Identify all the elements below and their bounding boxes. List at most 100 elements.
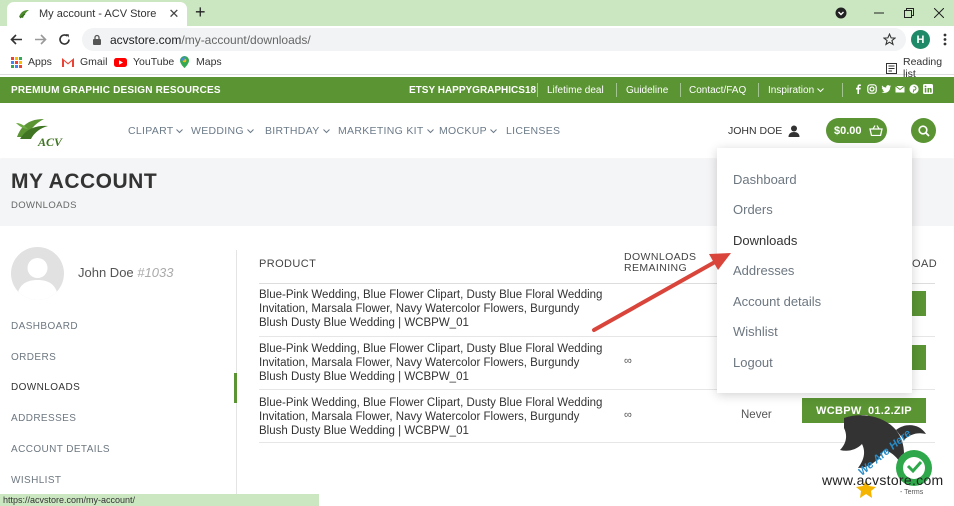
reload-icon[interactable] [56, 31, 73, 48]
chevron-down-icon [426, 128, 434, 134]
chevron-down-icon [176, 128, 184, 134]
sidebar-item-orders[interactable]: ORDERS [11, 352, 56, 363]
bookmark-youtube-label: YouTube [133, 56, 175, 68]
header-line: REMAINING [624, 262, 688, 274]
horse-watermark-graphic: We Are Here [840, 415, 932, 498]
close-window-icon[interactable] [930, 4, 948, 22]
top-separator [842, 83, 843, 97]
user-name: JOHN DOE [728, 125, 783, 137]
sidebar-item-wishlist[interactable]: WISHLIST [11, 475, 61, 486]
breadcrumb: DOWNLOADS [11, 200, 77, 211]
sidebar-item-dashboard[interactable]: DASHBOARD [11, 321, 78, 332]
bookmark-maps-label: Maps [196, 56, 222, 68]
dropdown-item-downloads[interactable]: Downloads [733, 233, 797, 248]
site-top-bar: PREMIUM GRAPHIC DESIGN RESOURCES ETSY HA… [0, 77, 954, 103]
top-separator [616, 83, 617, 97]
twitter-icon[interactable] [881, 84, 891, 94]
browser-tab[interactable]: My account - ACV Store ✕ [7, 2, 187, 26]
linkedin-icon[interactable] [923, 84, 933, 94]
address-bar[interactable]: acvstore.com/my-account/downloads/ [82, 28, 906, 51]
email-icon[interactable] [895, 84, 905, 94]
browser-menu-icon[interactable] [936, 31, 953, 48]
menu-licenses[interactable]: LICENSES [506, 125, 560, 137]
page-title: MY ACCOUNT [11, 170, 158, 193]
table-row-product-link[interactable]: Blue-Pink Wedding, Blue Flower Clipart, … [259, 342, 604, 384]
chevron-down-icon [490, 128, 497, 134]
user-account-menu[interactable]: JOHN DOE [728, 125, 800, 137]
menu-wedding[interactable]: WEDDING [191, 125, 254, 137]
status-bar-url: https://acvstore.com/my-account/ [0, 494, 319, 506]
inspiration-label: Inspiration [768, 85, 815, 96]
instagram-icon[interactable] [867, 84, 877, 94]
search-button[interactable] [911, 118, 936, 143]
acv-favicon-icon [17, 7, 31, 21]
menu-label: BIRTHDAY [265, 125, 320, 137]
recaptcha-terms[interactable]: - Terms [900, 489, 923, 496]
chevron-down-icon [247, 128, 254, 134]
sidebar-item-downloads[interactable]: DOWNLOADS [11, 382, 80, 393]
bookmark-maps[interactable]: Maps [179, 56, 222, 68]
top-separator [758, 83, 759, 97]
basket-icon [868, 125, 883, 136]
lock-icon[interactable] [92, 34, 102, 45]
etsy-coupon-link[interactable]: ETSY HAPPYGRAPHICS18 [409, 85, 536, 96]
acv-logo[interactable]: ACV [14, 115, 64, 149]
chevron-down-icon [817, 88, 824, 93]
dropdown-item-account-details[interactable]: Account details [733, 294, 821, 309]
dropdown-item-dashboard[interactable]: Dashboard [733, 172, 797, 187]
bookmark-apps[interactable]: Apps [11, 56, 52, 68]
chevron-down-icon [322, 128, 330, 134]
bookmarks-bar: Apps Gmail YouTube Maps Reading list [0, 53, 954, 80]
pinterest-icon[interactable] [909, 84, 919, 94]
dropdown-item-orders[interactable]: Orders [733, 202, 773, 217]
sidebar-item-account-details[interactable]: ACCOUNT DETAILS [11, 444, 110, 455]
guideline-link[interactable]: Guideline [626, 85, 668, 96]
menu-mockup[interactable]: MOCKUP [439, 125, 497, 137]
sidebar-item-addresses[interactable]: ADDRESSES [11, 413, 76, 424]
user-icon [788, 125, 800, 137]
tab-search-icon[interactable] [832, 4, 850, 22]
table-row-product-link[interactable]: Blue-Pink Wedding, Blue Flower Clipart, … [259, 288, 604, 330]
dropdown-item-logout[interactable]: Logout [733, 355, 773, 370]
top-separator [537, 83, 538, 97]
facebook-icon[interactable] [853, 84, 863, 94]
user-display-name: John Doe #1033 [78, 265, 173, 280]
dropdown-item-addresses[interactable]: Addresses [733, 263, 794, 278]
bookmark-youtube[interactable]: YouTube [114, 56, 174, 68]
dropdown-item-wishlist[interactable]: Wishlist [733, 324, 778, 339]
restore-icon[interactable] [900, 4, 918, 22]
user-name-text: John Doe [78, 265, 134, 280]
cart-button[interactable]: $0.00 [826, 118, 887, 143]
forward-arrow-icon[interactable] [32, 31, 49, 48]
minimize-icon[interactable] [870, 4, 888, 22]
profile-avatar[interactable]: H [911, 30, 930, 49]
url-text: acvstore.com/my-account/downloads/ [110, 33, 883, 47]
tab-title: My account - ACV Store [39, 8, 157, 20]
url-path: /my-account/downloads/ [181, 32, 311, 47]
bookmark-star-icon[interactable] [883, 33, 896, 46]
user-id: #1033 [137, 265, 174, 280]
youtube-icon [114, 57, 127, 67]
tab-close-icon[interactable]: ✕ [167, 6, 181, 22]
column-header-product: PRODUCT [259, 258, 317, 270]
contact-faq-link[interactable]: Contact/FAQ [689, 85, 746, 96]
cart-total: $0.00 [834, 124, 862, 137]
new-tab-icon[interactable]: + [195, 3, 206, 21]
menu-birthday[interactable]: BIRTHDAY [265, 125, 330, 137]
top-separator [680, 83, 681, 97]
menu-clipart[interactable]: CLIPART [128, 125, 184, 137]
browser-tab-strip: My account - ACV Store ✕ + [0, 0, 954, 26]
back-arrow-icon[interactable] [8, 31, 25, 48]
inspiration-link[interactable]: Inspiration [768, 85, 824, 96]
sidebar-active-indicator [234, 373, 237, 403]
menu-marketing-kit[interactable]: MARKETING KIT [338, 125, 434, 137]
lifetime-deal-link[interactable]: Lifetime deal [547, 85, 604, 96]
table-row-product-link[interactable]: Blue-Pink Wedding, Blue Flower Clipart, … [259, 396, 604, 438]
downloads-remaining: ∞ [624, 355, 632, 367]
url-host: acvstore.com [110, 32, 182, 47]
account-dropdown-menu: Dashboard Orders Downloads Addresses Acc… [717, 148, 912, 393]
column-header-download: OAD [912, 258, 938, 270]
menu-label: MOCKUP [439, 125, 487, 137]
bookmark-gmail[interactable]: Gmail [62, 56, 107, 68]
menu-label: CLIPART [128, 125, 174, 137]
